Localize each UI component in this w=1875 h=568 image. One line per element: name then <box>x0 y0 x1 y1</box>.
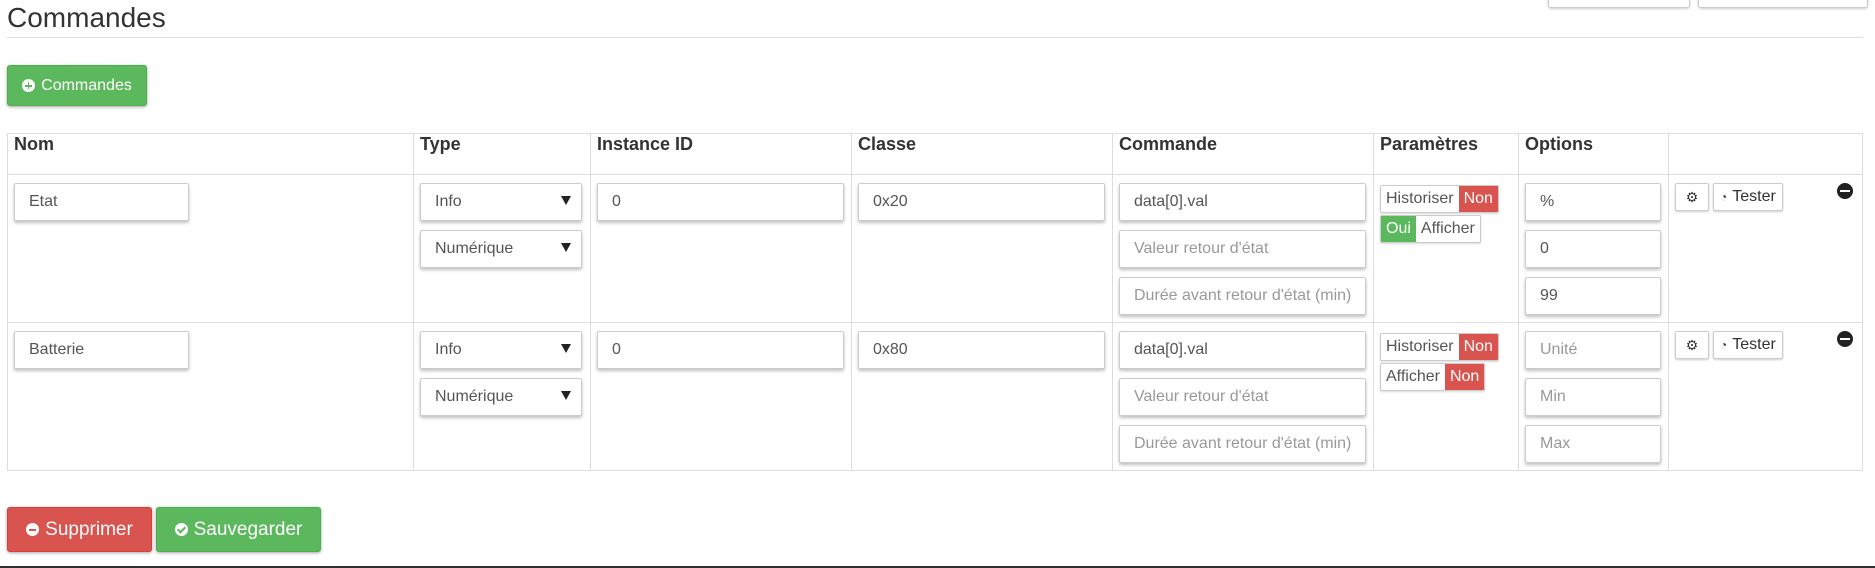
section-title: Commandes <box>7 2 166 33</box>
min-input[interactable]: 0 <box>1525 230 1661 268</box>
historiser-label: Historiser <box>1386 338 1454 355</box>
caret-down-icon <box>561 344 571 353</box>
type-select[interactable]: Info <box>420 331 582 369</box>
configure-button[interactable]: ⚙ <box>1675 331 1709 359</box>
valeur-retour-input[interactable]: Valeur retour d'état <box>1119 378 1366 416</box>
type-select[interactable]: Info <box>420 183 582 221</box>
subtype-select[interactable]: Numérique <box>420 230 582 268</box>
add-command-button[interactable]: Commandes <box>7 65 147 106</box>
delete-button[interactable]: Supprimer <box>7 507 152 552</box>
commande-input[interactable]: data[0].val <box>1119 183 1366 221</box>
afficher-toggle[interactable]: Afficher Non <box>1380 363 1486 391</box>
historiser-label: Historiser <box>1386 190 1454 207</box>
instance-id-input[interactable]: 0 <box>597 331 844 369</box>
rss-icon: ◔ <box>1720 338 1728 352</box>
top-action-button-2[interactable] <box>1698 0 1868 8</box>
duree-retour-input[interactable]: Durée avant retour d'état (min) <box>1119 425 1366 463</box>
name-input[interactable]: Etat <box>14 183 189 221</box>
gears-icon: ⚙ <box>1685 188 1699 205</box>
name-input[interactable]: Batterie <box>14 331 189 369</box>
instance-id-input[interactable]: 0 <box>597 183 844 221</box>
header-instance-id: Instance ID <box>590 133 852 175</box>
historiser-toggle[interactable]: Historiser Non <box>1380 185 1499 213</box>
top-action-button-1[interactable] <box>1548 0 1690 8</box>
afficher-toggle[interactable]: Oui Afficher <box>1380 215 1481 243</box>
gears-icon: ⚙ <box>1685 336 1699 353</box>
table-row: Batterie Info Numérique 0 0x80 data[0].v… <box>7 322 1863 471</box>
test-button-label: Tester <box>1732 336 1776 353</box>
test-button[interactable]: ◔ Tester <box>1713 331 1783 359</box>
header-actions <box>1668 133 1863 175</box>
title-divider <box>7 37 1863 38</box>
header-classe: Classe <box>851 133 1113 175</box>
test-button-label: Tester <box>1732 188 1776 205</box>
test-button[interactable]: ◔ Tester <box>1713 183 1783 211</box>
configure-button[interactable]: ⚙ <box>1675 183 1709 211</box>
plus-circle-icon <box>22 79 36 92</box>
historiser-toggle[interactable]: Historiser Non <box>1380 333 1499 361</box>
unit-input[interactable]: Unité <box>1525 331 1661 369</box>
min-input[interactable]: Min <box>1525 378 1661 416</box>
historiser-value: Non <box>1458 334 1498 360</box>
header-type: Type <box>413 133 591 175</box>
commande-input[interactable]: data[0].val <box>1119 331 1366 369</box>
subtype-select-value: Numérique <box>435 240 514 257</box>
type-select-value: Info <box>435 193 462 210</box>
add-command-label: Commandes <box>41 76 132 94</box>
subtype-select[interactable]: Numérique <box>420 378 582 416</box>
afficher-label: Afficher <box>1420 220 1475 237</box>
remove-row-icon[interactable] <box>1837 331 1853 347</box>
table-row: Etat Info Numérique 0 0x20 data[0].val V… <box>7 174 1863 323</box>
valeur-retour-input[interactable]: Valeur retour d'état <box>1119 230 1366 268</box>
minus-circle-icon <box>26 523 40 536</box>
type-select-value: Info <box>435 341 462 358</box>
delete-button-label: Supprimer <box>45 518 133 540</box>
classe-input[interactable]: 0x80 <box>858 331 1105 369</box>
afficher-label: Afficher <box>1386 368 1440 385</box>
subtype-select-value: Numérique <box>435 388 514 405</box>
max-input[interactable]: Max <box>1525 425 1661 463</box>
remove-row-icon[interactable] <box>1837 183 1853 199</box>
afficher-value: Non <box>1444 364 1485 390</box>
unit-input[interactable]: % <box>1525 183 1661 221</box>
save-button-label: Sauvegarder <box>193 518 303 540</box>
max-input[interactable]: 99 <box>1525 277 1661 315</box>
caret-down-icon <box>561 243 571 252</box>
header-options: Options <box>1518 133 1669 175</box>
duree-retour-input[interactable]: Durée avant retour d'état (min) <box>1119 277 1366 315</box>
afficher-value: Oui <box>1381 216 1416 242</box>
classe-input[interactable]: 0x20 <box>858 183 1105 221</box>
table-header-row: Nom Type Instance ID Classe Commande Par… <box>7 133 1863 175</box>
historiser-value: Non <box>1458 186 1498 212</box>
header-parametres: Paramètres <box>1373 133 1519 175</box>
caret-down-icon <box>561 196 571 205</box>
header-nom: Nom <box>7 133 414 175</box>
rss-icon: ◔ <box>1720 190 1728 204</box>
commands-table: Nom Type Instance ID Classe Commande Par… <box>7 133 1863 471</box>
header-commande: Commande <box>1112 133 1374 175</box>
save-button[interactable]: Sauvegarder <box>156 507 321 552</box>
caret-down-icon <box>561 391 571 400</box>
check-circle-icon <box>174 523 188 536</box>
